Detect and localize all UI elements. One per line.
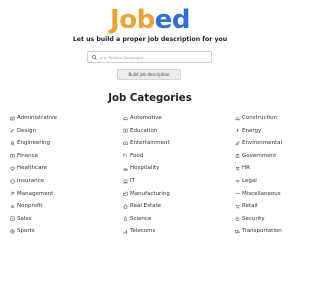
category-finance[interactable]: Finance — [10, 151, 38, 161]
category-label: Entertainment — [130, 140, 170, 147]
category-label: Insurance — [17, 178, 44, 184]
section-title: Job Categories — [108, 93, 192, 104]
cart-icon — [235, 204, 240, 209]
search-box[interactable] — [87, 51, 212, 63]
category-environmental[interactable]: Environmental — [235, 138, 282, 148]
engineer-icon — [10, 141, 15, 146]
misc-icon — [235, 193, 240, 195]
search-icon — [92, 54, 97, 60]
laptop-icon — [123, 179, 128, 183]
car-icon — [123, 116, 128, 120]
category-label: Government — [242, 152, 277, 159]
leaf-icon — [235, 141, 240, 145]
category-energy[interactable]: Energy — [235, 126, 261, 136]
scales-icon — [235, 179, 240, 183]
category-label: Real Estate — [130, 203, 162, 210]
category-science[interactable]: Science — [123, 214, 151, 224]
category-sales[interactable]: Sales — [10, 214, 32, 224]
category-label: Environmental — [242, 140, 283, 147]
category-manufacturing[interactable]: Manufacturing — [123, 189, 170, 199]
house-icon — [123, 204, 128, 209]
category-label: Engineering — [17, 140, 50, 147]
sales-icon — [10, 216, 15, 221]
food-icon — [123, 153, 127, 158]
category-label: Manufacturing — [130, 190, 170, 197]
shield-icon — [10, 178, 15, 184]
healthcare-icon — [10, 166, 15, 171]
bank-icon — [235, 154, 240, 158]
book-icon — [123, 128, 128, 133]
search-input[interactable] — [100, 52, 200, 62]
handshake-icon — [10, 204, 15, 209]
flask-icon — [123, 216, 128, 221]
category-label: IT — [130, 178, 135, 184]
category-label: Administrative — [17, 115, 58, 121]
category-label: Education — [130, 127, 158, 134]
category-it[interactable]: IT — [123, 176, 135, 186]
truck-icon — [235, 229, 240, 234]
category-security[interactable]: Security — [235, 214, 265, 224]
construction-icon — [235, 116, 240, 120]
category-label: Telecoms — [130, 228, 156, 235]
category-nonprofit[interactable]: Nonprofit — [10, 201, 43, 211]
category-administrative[interactable]: Administrative — [10, 113, 57, 123]
category-label: Sports — [17, 228, 35, 235]
category-entertainment[interactable]: Entertainment — [123, 138, 170, 148]
category-healthcare[interactable]: Healthcare — [10, 163, 47, 173]
category-retail[interactable]: Retail — [235, 201, 258, 211]
sports-icon — [10, 229, 15, 234]
category-label: Nonprofit — [17, 203, 43, 210]
category-label: Finance — [17, 152, 39, 159]
logo-part-job: Job — [110, 5, 155, 35]
category-food[interactable]: Food — [123, 151, 143, 161]
logo: Jobed — [0, 5, 300, 35]
category-label: Science — [130, 215, 152, 222]
category-design[interactable]: Design — [10, 126, 36, 136]
category-label: HR — [242, 165, 250, 172]
category-hospitality[interactable]: Hospitality — [123, 163, 159, 173]
category-government[interactable]: Government — [235, 151, 276, 161]
category-engineering[interactable]: Engineering — [10, 138, 50, 148]
management-icon — [10, 191, 15, 196]
category-legal[interactable]: Legal — [235, 176, 257, 186]
category-education[interactable]: Education — [123, 126, 157, 136]
pencil-icon — [10, 116, 15, 120]
category-automotive[interactable]: Automotive — [123, 113, 162, 123]
category-construction[interactable]: Construction — [235, 113, 277, 123]
category-label: Security — [242, 215, 265, 222]
category-label: Food — [130, 152, 144, 159]
build-job-description-button[interactable]: Build job description — [117, 69, 181, 80]
category-real-estate[interactable]: Real Estate — [123, 201, 161, 211]
category-miscellaneous[interactable]: Miscellaneous — [235, 189, 281, 199]
category-label: Healthcare — [17, 165, 47, 172]
category-insurance[interactable]: Insurance — [10, 176, 44, 186]
entertainment-icon — [123, 141, 128, 145]
category-label: Legal — [242, 178, 257, 184]
category-transportation[interactable]: Transportation — [235, 226, 282, 236]
signal-icon — [123, 230, 127, 234]
category-label: Hospitality — [130, 165, 160, 172]
category-label: Management — [17, 190, 54, 197]
category-label: Automotive — [130, 115, 162, 121]
people-icon — [235, 166, 240, 171]
category-label: Miscellaneous — [242, 190, 281, 197]
category-label: Sales — [17, 215, 32, 222]
category-label: Energy — [242, 127, 262, 134]
category-management[interactable]: Management — [10, 189, 53, 199]
bolt-icon — [236, 128, 239, 133]
category-label: Construction — [242, 115, 278, 121]
brush-icon — [10, 128, 15, 133]
logo-part-ed: ed — [154, 5, 191, 35]
category-label: Design — [17, 127, 36, 134]
category-label: Retail — [242, 203, 258, 210]
lock-icon — [235, 216, 240, 222]
tagline: Let us build a proper job description fo… — [72, 36, 228, 43]
finance-icon — [10, 154, 15, 158]
category-telecoms[interactable]: Telecoms — [123, 226, 155, 236]
category-hr[interactable]: HR — [235, 163, 250, 173]
factory-icon — [123, 191, 128, 196]
category-label: Transportation — [242, 228, 282, 235]
hospitality-icon — [123, 167, 128, 171]
category-sports[interactable]: Sports — [10, 226, 35, 236]
